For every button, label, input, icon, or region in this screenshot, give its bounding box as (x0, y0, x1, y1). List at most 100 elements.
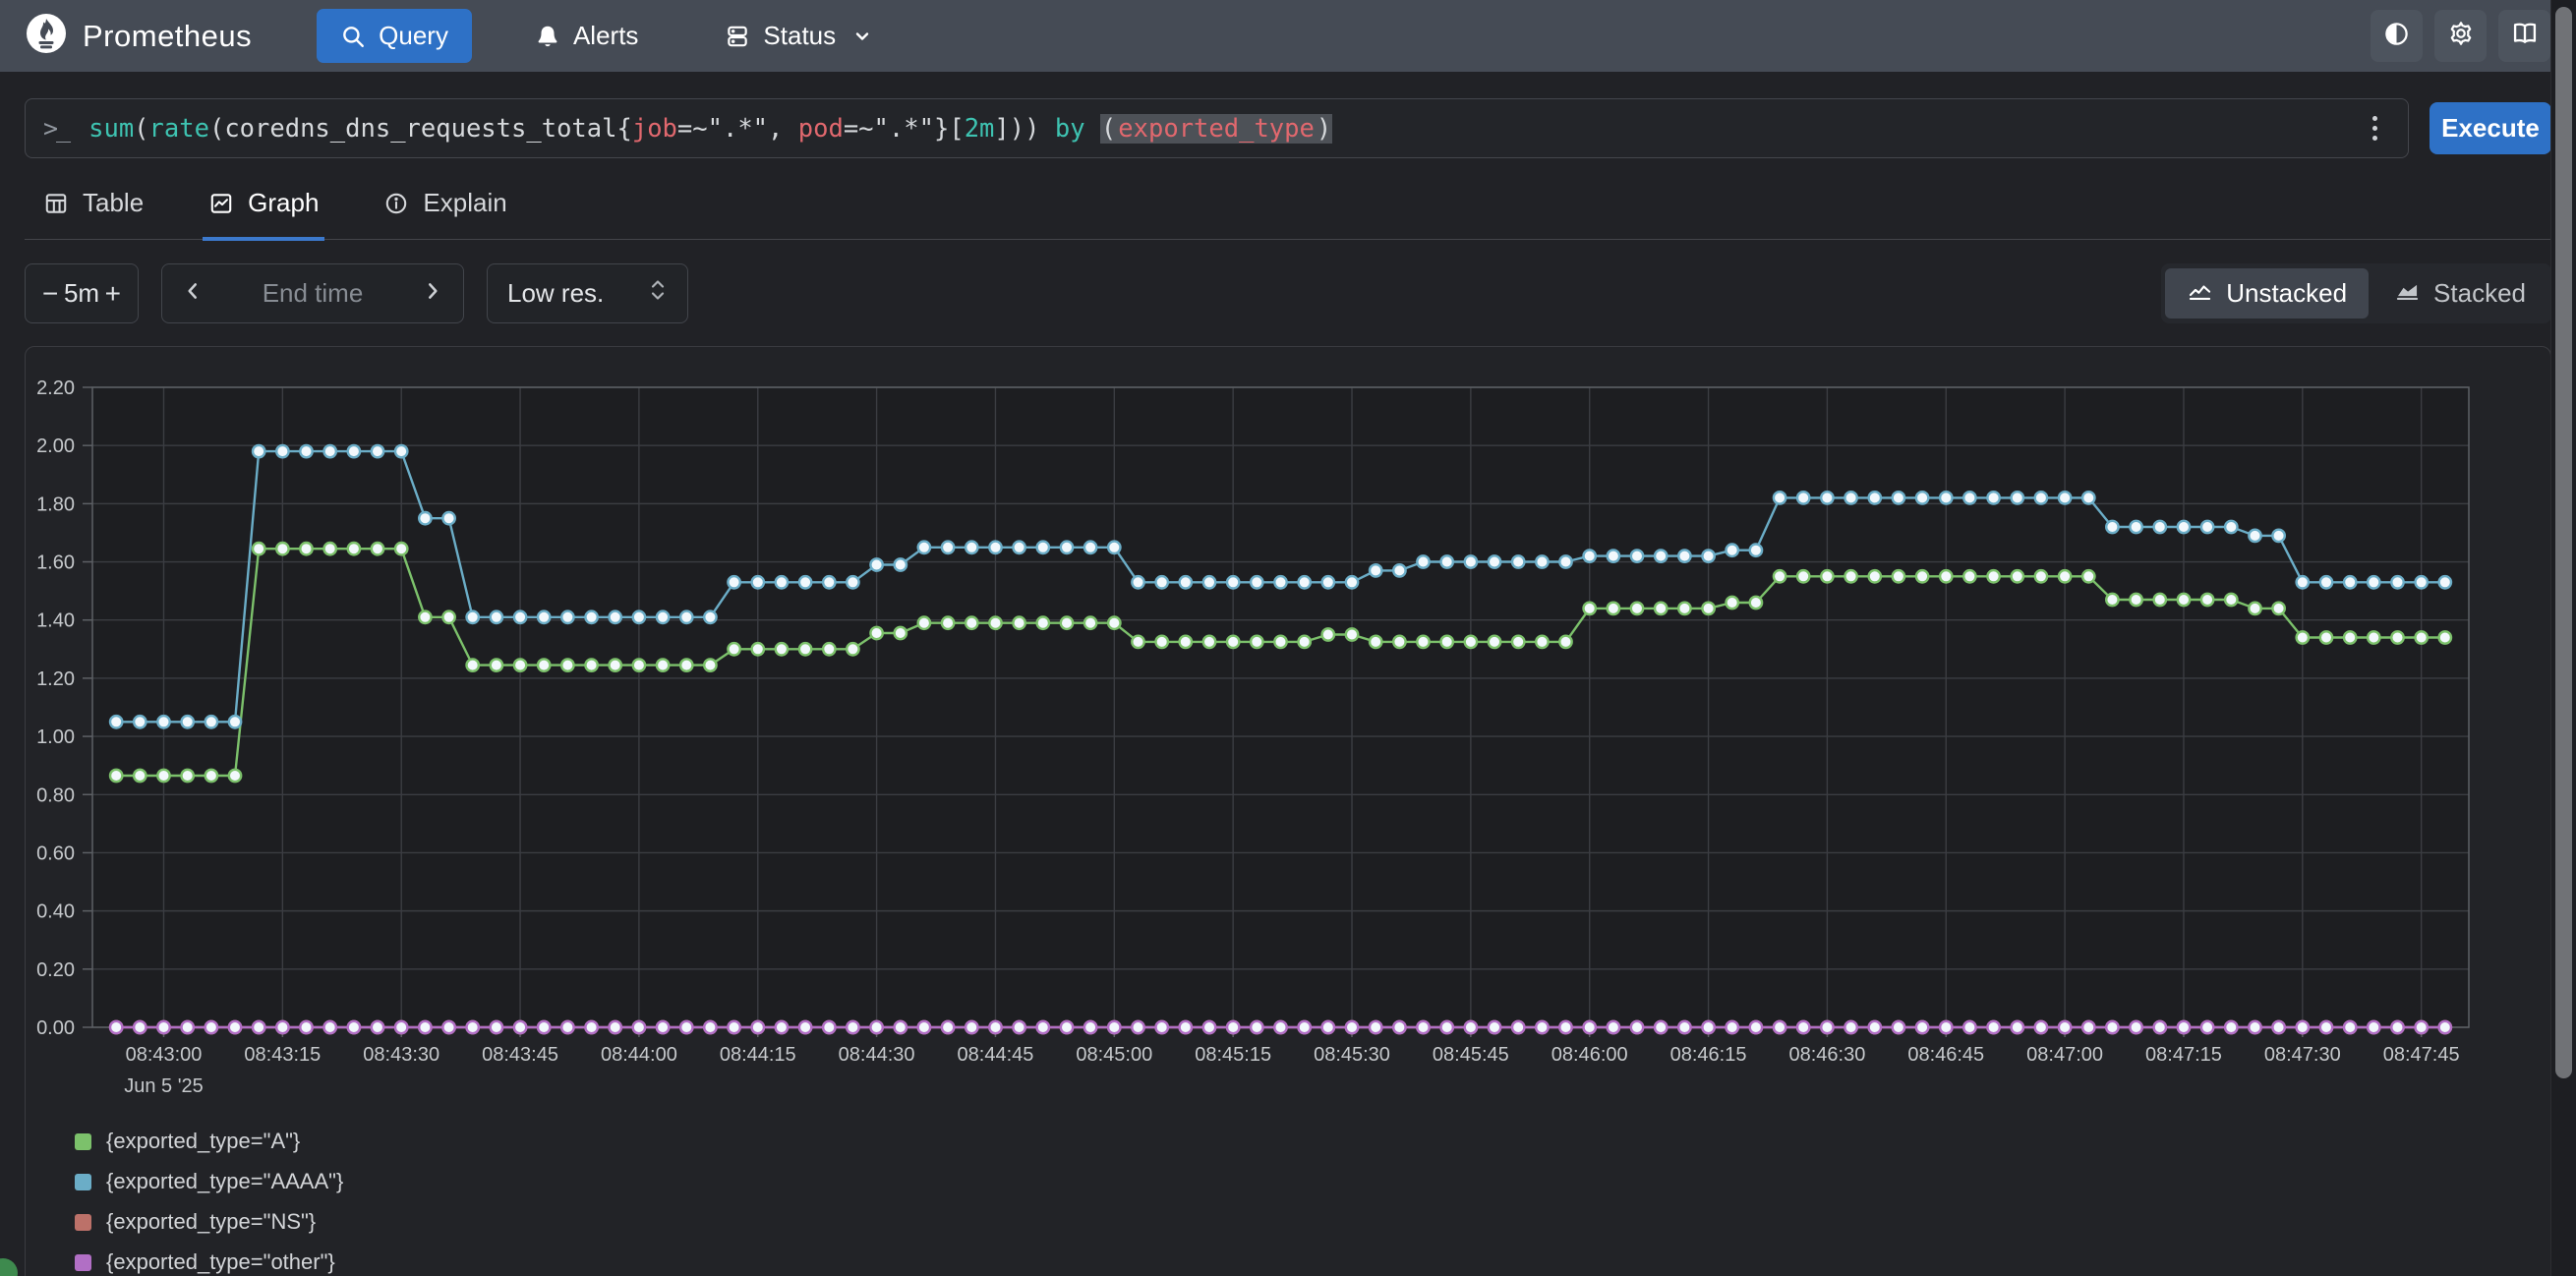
svg-text:2.20: 2.20 (36, 377, 75, 399)
legend-label: {exported_type="A"} (106, 1129, 300, 1154)
svg-text:08:47:15: 08:47:15 (2145, 1044, 2222, 1066)
docs-button[interactable] (2498, 10, 2550, 62)
legend-swatch (75, 1133, 91, 1150)
svg-text:08:46:45: 08:46:45 (1907, 1044, 1984, 1066)
svg-text:08:43:45: 08:43:45 (482, 1044, 558, 1066)
legend-swatch (75, 1214, 91, 1231)
svg-text:0.40: 0.40 (36, 901, 75, 923)
unstacked-label: Unstacked (2226, 278, 2347, 309)
query-token: coredns_dns_requests_total (224, 114, 616, 144)
server-icon (725, 24, 750, 49)
query-token: ".*" (874, 114, 934, 144)
graph-icon (208, 191, 234, 216)
svg-text:08:43:15: 08:43:15 (244, 1044, 321, 1066)
query-token: rate (149, 114, 209, 144)
theme-toggle-button[interactable] (2371, 10, 2423, 62)
tab-explain-label: Explain (423, 188, 506, 218)
nav-alerts[interactable]: Alerts (511, 9, 662, 63)
query-token: ( (134, 114, 148, 144)
view-tabs: Table Graph Explain (25, 188, 2551, 240)
range-value[interactable]: 5m (64, 278, 99, 309)
bell-icon (535, 24, 560, 49)
svg-text:0.00: 0.00 (36, 1017, 75, 1039)
query-token: by (1055, 114, 1085, 144)
query-token: exported_type (1117, 114, 1316, 144)
line-chart-icon (2187, 277, 2213, 311)
query-token: job (632, 114, 677, 144)
svg-text:08:43:00: 08:43:00 (126, 1044, 203, 1066)
svg-text:1.00: 1.00 (36, 726, 75, 748)
query-token: 2m (965, 114, 995, 144)
legend-item[interactable]: {exported_type="NS"} (75, 1209, 2550, 1235)
legend-label: {exported_type="NS"} (106, 1209, 316, 1235)
scrollbar-thumb[interactable] (2555, 7, 2572, 1078)
execute-button[interactable]: Execute (2430, 102, 2551, 154)
legend: {exported_type="A"} {exported_type="AAAA"… (75, 1129, 2550, 1275)
end-time-picker[interactable]: End time (161, 263, 464, 323)
contrast-icon (2383, 21, 2410, 52)
svg-text:08:47:30: 08:47:30 (2264, 1044, 2341, 1066)
range-increase-button[interactable]: + (105, 278, 121, 310)
svg-text:08:45:45: 08:45:45 (1433, 1044, 1509, 1066)
svg-text:08:46:15: 08:46:15 (1670, 1044, 1747, 1066)
book-icon (2511, 20, 2539, 52)
prometheus-logo-icon (26, 13, 67, 59)
nav-status[interactable]: Status (701, 9, 896, 63)
svg-text:1.60: 1.60 (36, 552, 75, 574)
query-token: [ (949, 114, 964, 144)
gear-icon (2447, 20, 2475, 52)
svg-text:08:44:15: 08:44:15 (720, 1044, 796, 1066)
query-token: ".*" (708, 114, 768, 144)
query-options-menu-icon[interactable] (2357, 110, 2392, 146)
chevron-right-icon[interactable] (422, 278, 443, 309)
unstacked-option[interactable]: Unstacked (2165, 268, 2369, 319)
legend-swatch (75, 1254, 91, 1271)
query-token (1039, 114, 1054, 144)
legend-item[interactable]: {exported_type="A"} (75, 1129, 2550, 1154)
tab-graph[interactable]: Graph (203, 188, 324, 241)
legend-swatch (75, 1174, 91, 1190)
svg-text:Jun 5 '25: Jun 5 '25 (124, 1075, 204, 1097)
query-code[interactable]: sum(rate(coredns_dns_requests_total{job=… (88, 114, 2357, 144)
settings-button[interactable] (2434, 10, 2487, 62)
query-token: sum (88, 114, 134, 144)
graph-canvas[interactable]: 2.202.001.801.601.401.201.000.800.600.40… (26, 347, 2549, 1104)
prometheus-app: { "navbar": { "brand": "Prometheus", "it… (0, 0, 2576, 1276)
app-title: Prometheus (83, 19, 252, 54)
tab-table[interactable]: Table (37, 188, 149, 241)
query-token: , (768, 114, 798, 144)
svg-text:08:45:15: 08:45:15 (1195, 1044, 1271, 1066)
graph-controls: − 5m + End time Low res. (25, 263, 2551, 323)
query-token: pod (798, 114, 844, 144)
range-selector: − 5m + (25, 263, 139, 323)
svg-text:2.00: 2.00 (36, 435, 75, 457)
navbar-actions (2371, 10, 2550, 62)
nav-query[interactable]: Query (317, 9, 472, 63)
end-time-placeholder[interactable]: End time (263, 278, 364, 309)
tab-explain[interactable]: Explain (378, 188, 512, 241)
chevron-down-icon (852, 27, 872, 46)
svg-text:08:44:00: 08:44:00 (601, 1044, 677, 1066)
query-bar: >_ sum(rate(coredns_dns_requests_total{j… (25, 98, 2551, 158)
svg-text:1.80: 1.80 (36, 493, 75, 515)
svg-text:08:47:45: 08:47:45 (2383, 1044, 2460, 1066)
page-scrollbar (2550, 0, 2576, 1276)
query-token: =~ (677, 114, 708, 144)
range-decrease-button[interactable]: − (42, 278, 58, 310)
stacked-label: Stacked (2433, 278, 2526, 309)
legend-label: {exported_type="AAAA"} (106, 1169, 343, 1194)
main-content: >_ sum(rate(coredns_dns_requests_total{j… (0, 98, 2576, 1276)
query-token: { (616, 114, 631, 144)
chevron-left-icon[interactable] (182, 278, 204, 309)
legend-label: {exported_type="other"} (106, 1249, 335, 1275)
stacked-option[interactable]: Stacked (2372, 268, 2547, 319)
query-token: ] (994, 114, 1009, 144)
legend-item[interactable]: {exported_type="AAAA"} (75, 1169, 2550, 1194)
query-expression-input[interactable]: >_ sum(rate(coredns_dns_requests_total{j… (25, 98, 2409, 158)
stacking-toggle: Unstacked Stacked (2161, 263, 2551, 323)
query-token (1085, 114, 1100, 144)
legend-item[interactable]: {exported_type="other"} (75, 1249, 2550, 1275)
brand[interactable]: Prometheus (26, 13, 252, 59)
area-chart-icon (2394, 277, 2421, 311)
resolution-select[interactable]: Low res. (487, 263, 688, 323)
